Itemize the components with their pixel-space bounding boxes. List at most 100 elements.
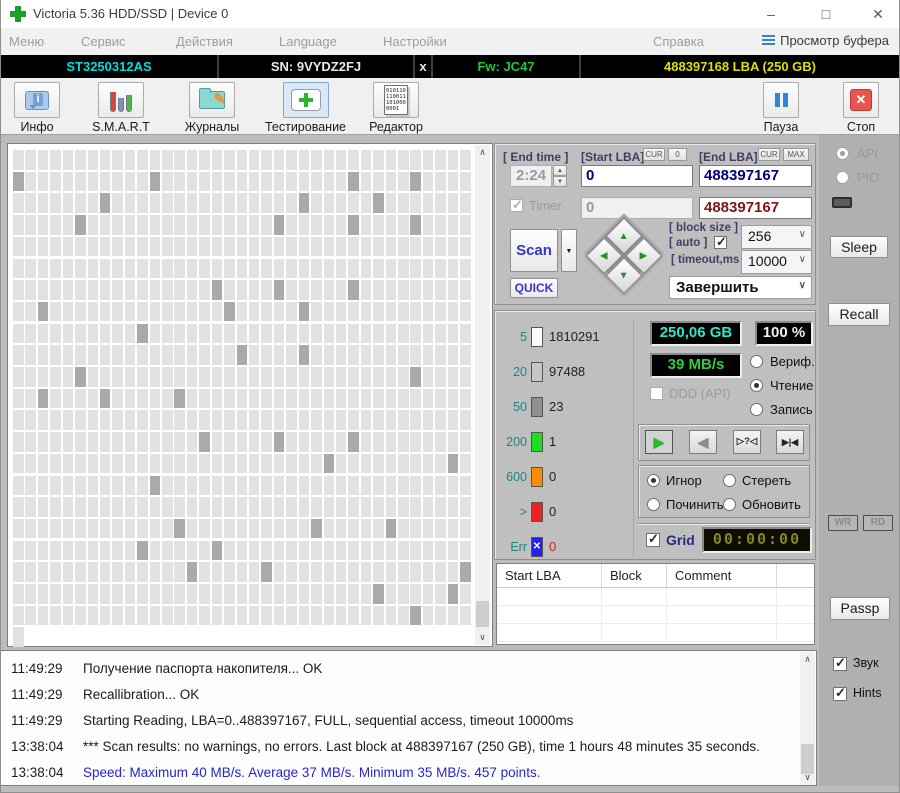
defect-radio-circle[interactable] (647, 498, 660, 511)
defect-radio-Игнор[interactable]: Игнор (647, 473, 723, 489)
defect-table[interactable]: Start LBABlockComment (496, 563, 815, 645)
map-scrollbar[interactable]: ∧ ∨ (475, 145, 490, 645)
scan-block (249, 410, 260, 430)
pio-radio[interactable] (836, 171, 849, 184)
mode-radio-Вериф.[interactable]: Вериф. (750, 352, 820, 376)
info-button[interactable]: Инфо (9, 82, 65, 134)
end-time-up-icon[interactable]: ▲ (553, 165, 567, 176)
scan-block (13, 454, 24, 474)
end-time-spinner[interactable]: 2:24 (510, 165, 552, 187)
ddd-api-checkbox[interactable] (650, 387, 663, 400)
quick-button[interactable]: QUICK (510, 278, 558, 298)
maximize-button[interactable]: □ (809, 4, 843, 24)
action-combo[interactable]: Завершить (669, 276, 812, 299)
scan-block (423, 389, 434, 409)
play-forward-button[interactable]: ▶ (645, 430, 673, 454)
device-x-mark[interactable]: x (415, 55, 433, 78)
menu-item-сервис[interactable]: Сервис (81, 34, 126, 49)
defect-radio-Обновить[interactable]: Обновить (723, 497, 805, 513)
menu-bar: Меню Сервис Действия Language Настройки Справ… (1, 28, 899, 55)
close-button[interactable]: ✕ (861, 4, 895, 24)
play-step-button[interactable]: ▶|◀ (776, 430, 804, 454)
log-scroll-up-icon[interactable]: ∧ (800, 652, 815, 667)
scan-block (224, 519, 235, 539)
scan-block (75, 172, 86, 192)
wr-button[interactable]: WR (828, 515, 858, 531)
scan-block (150, 519, 161, 539)
end-lba-input[interactable]: 488397167 (699, 165, 812, 187)
buffer-view-button[interactable]: Просмотр буфера (762, 33, 889, 48)
latency-label: 5 (499, 330, 527, 344)
scroll-up-icon[interactable]: ∧ (475, 145, 490, 160)
pause-button[interactable]: Пауза (749, 82, 813, 134)
device-serial[interactable]: SN: 9VYDZ2FJ (219, 55, 415, 78)
log-scrollbar[interactable]: ∧ ∨ (800, 652, 815, 785)
device-model[interactable]: ST3250312AS (1, 55, 219, 78)
timeout-combo[interactable]: 10000 (741, 250, 812, 274)
testing-button[interactable]: Тестирование (257, 82, 354, 134)
device-capacity[interactable]: 488397168 LBA (250 GB) (581, 55, 899, 78)
table-column-header[interactable]: Block (602, 564, 667, 587)
defect-radio-Починить[interactable]: Починить (647, 497, 723, 513)
mode-radio-circle[interactable] (750, 403, 763, 416)
log-scroll-down-icon[interactable]: ∨ (800, 770, 815, 785)
scan-block (75, 584, 86, 604)
scan-block (88, 259, 99, 279)
scan-block (386, 584, 397, 604)
start-lba-zero-button[interactable]: 0 (668, 148, 687, 161)
table-column-header[interactable]: Comment (667, 564, 777, 587)
stop-button[interactable]: ✕ Стоп (831, 82, 891, 134)
device-firmware[interactable]: Fw: JC47 (433, 55, 581, 78)
table-column-header[interactable]: Start LBA (497, 564, 602, 587)
start-lba-cur-button[interactable]: CUR (643, 148, 665, 161)
menu-item-действия[interactable]: Действия (176, 34, 233, 49)
defect-radio-circle[interactable] (647, 474, 660, 487)
scan-block (274, 584, 285, 604)
scan-block (286, 150, 297, 170)
defect-radio-circle[interactable] (723, 474, 736, 487)
recall-button[interactable]: Recall (828, 303, 890, 326)
play-seek-button[interactable]: ▷?◁ (733, 430, 761, 454)
play-back-button[interactable]: ◀ (689, 430, 717, 454)
passp-button[interactable]: Passp (830, 597, 890, 620)
scan-dropdown-button[interactable]: ▼ (561, 229, 577, 272)
mode-radio-Чтение[interactable]: Чтение (750, 376, 820, 400)
mode-radio-circle[interactable] (750, 379, 763, 392)
scroll-down-icon[interactable]: ∨ (475, 630, 490, 645)
defect-radio-Стереть[interactable]: Стереть (723, 473, 805, 489)
menu-item-справка[interactable]: Справка (653, 34, 704, 49)
api-radio[interactable] (836, 147, 849, 160)
timer-start-input[interactable]: 0 (581, 197, 693, 219)
smart-button[interactable]: S.M.A.R.T (85, 82, 157, 134)
hints-checkbox[interactable] (833, 687, 847, 701)
menu-item-настройки[interactable]: Настройки (383, 34, 447, 49)
defect-radio-circle[interactable] (723, 498, 736, 511)
end-lba-max-button[interactable]: MAX (783, 148, 809, 161)
mode-radio-circle[interactable] (750, 355, 763, 368)
scan-block (25, 280, 36, 300)
sound-checkbox[interactable] (833, 657, 847, 671)
scan-block (410, 606, 421, 626)
scan-block (410, 497, 421, 517)
rd-button[interactable]: RD (863, 515, 893, 531)
end-time-down-icon[interactable]: ▼ (553, 176, 567, 187)
journals-button[interactable]: Журналы (177, 82, 247, 134)
grid-checkbox[interactable] (646, 533, 660, 547)
timer-end-input[interactable]: 488397167 (699, 197, 812, 219)
editor-button[interactable]: 0101101100111010000001 Редактор (361, 82, 431, 134)
sleep-button[interactable]: Sleep (830, 236, 888, 258)
capacity-display: 250,06 GB (650, 321, 742, 346)
log-panel[interactable]: 11:49:29Получение паспорта накопителя...… (1, 650, 817, 786)
scan-block (336, 562, 347, 582)
auto-checkbox[interactable] (714, 236, 727, 249)
block-size-combo[interactable]: 256 (741, 225, 812, 249)
timer-checkbox[interactable] (510, 199, 523, 212)
mode-radio-Запись[interactable]: Запись (750, 400, 820, 424)
scan-button[interactable]: Scan (510, 229, 558, 272)
menu-item-language[interactable]: Language (279, 34, 337, 49)
end-lba-cur-button[interactable]: CUR (758, 148, 780, 161)
menu-item-меню[interactable]: Меню (9, 34, 44, 49)
scan-block (237, 497, 248, 517)
minimize-button[interactable]: – (754, 4, 788, 24)
start-lba-input[interactable]: 0 (581, 165, 693, 187)
